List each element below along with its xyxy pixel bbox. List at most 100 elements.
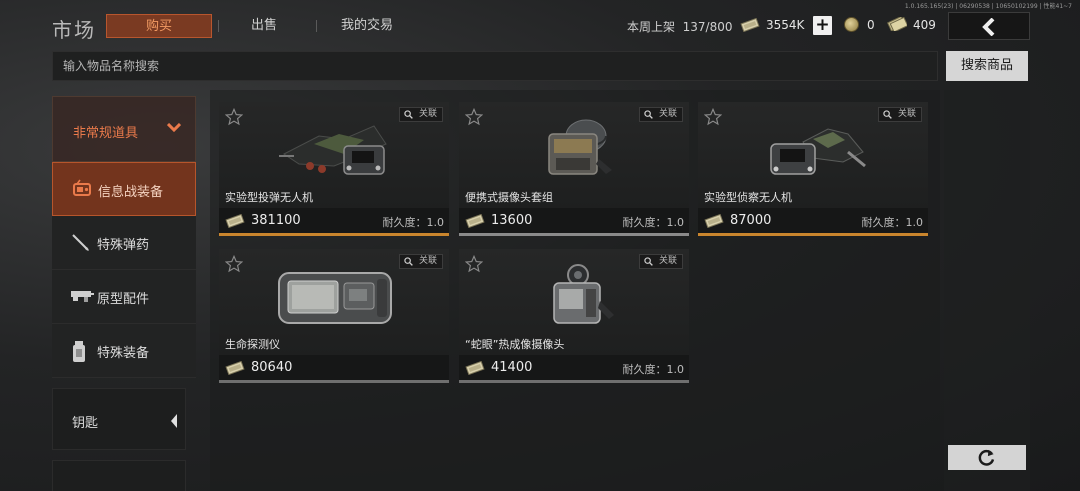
related-label: 关联 xyxy=(658,109,677,119)
item-price: 41400 xyxy=(491,360,533,375)
tab-divider xyxy=(316,20,317,32)
star-icon[interactable] xyxy=(465,108,483,126)
price-row: 381100 耐久度：1.0 xyxy=(219,208,449,233)
magnifier-icon xyxy=(404,257,413,266)
related-button[interactable]: 关联 xyxy=(878,107,922,122)
star-icon[interactable] xyxy=(225,255,243,273)
listing-card[interactable]: 关联 “蛇眼”热成像摄像头 41400 耐久度：1.0 xyxy=(459,249,689,383)
search-field[interactable] xyxy=(52,51,938,81)
radio-device-icon xyxy=(73,179,91,196)
chevron-left-icon xyxy=(171,414,177,428)
item-name: 生命探测仪 xyxy=(225,338,280,351)
search-button[interactable]: 搜索商品 xyxy=(946,51,1028,81)
version-string: 1.0.165.165(23) | 06290538 | 10650102199… xyxy=(904,3,1072,10)
rarity-bar xyxy=(219,380,449,383)
sidebar-item-info-warfare[interactable]: 信息战装备 xyxy=(52,162,196,216)
durability-label: 耐久度： xyxy=(382,216,427,229)
price-row: 87000 耐久度：1.0 xyxy=(698,208,928,233)
listing-card[interactable]: 关联 生命探测仪 80640 xyxy=(219,249,449,383)
sidebar-item-prototype-parts[interactable]: 原型配件 xyxy=(52,270,196,324)
price-row: 41400 耐久度：1.0 xyxy=(459,355,689,380)
listing-card[interactable]: 关联 实验型投弹无人机 381100 耐久度：1.0 xyxy=(219,102,449,236)
star-icon[interactable] xyxy=(465,255,483,273)
weekly-listing-count: 137/800 xyxy=(682,20,733,34)
related-button[interactable]: 关联 xyxy=(639,107,683,122)
coin-icon xyxy=(844,17,859,32)
add-currency-button[interactable]: + xyxy=(813,16,832,35)
rarity-bar xyxy=(459,233,689,236)
chevron-down-icon xyxy=(167,123,181,133)
item-name: “蛇眼”热成像摄像头 xyxy=(465,338,565,351)
back-button[interactable] xyxy=(948,12,1030,40)
banknote-icon xyxy=(465,214,485,228)
star-icon[interactable] xyxy=(704,108,722,126)
right-panel xyxy=(944,90,1030,491)
canister-icon xyxy=(73,341,85,362)
banknote-icon xyxy=(225,361,245,375)
price-row: 13600 耐久度：1.0 xyxy=(459,208,689,233)
rarity-bar xyxy=(219,233,449,236)
item-price: 80640 xyxy=(251,360,293,375)
listing-card[interactable]: 关联 便携式摄像头套组 13600 耐久度：1.0 xyxy=(459,102,689,236)
listing-card[interactable]: 关联 实验型侦察无人机 87000 耐久度：1.0 xyxy=(698,102,928,236)
item-durability: 耐久度：1.0 xyxy=(383,214,445,230)
related-button[interactable]: 关联 xyxy=(639,254,683,269)
item-name: 实验型投弹无人机 xyxy=(225,191,313,204)
page-title: 市场 xyxy=(52,18,96,42)
sidebar-item-special-equipment[interactable]: 特殊装备 xyxy=(52,324,196,378)
tab-sell[interactable]: 出售 xyxy=(226,14,302,38)
banknote-icon xyxy=(740,18,760,32)
related-button[interactable]: 关联 xyxy=(399,254,443,269)
sidebar-item-label: 信息战装备 xyxy=(98,185,164,200)
magnifier-icon xyxy=(644,257,653,266)
durability-value: 1.0 xyxy=(666,363,685,376)
sidebar-item-special-ammo[interactable]: 特殊弹药 xyxy=(52,216,196,270)
sidebar-item-label: 原型配件 xyxy=(97,292,150,307)
item-name: 实验型侦察无人机 xyxy=(704,191,792,204)
refresh-icon xyxy=(978,449,995,466)
category-sidebar: 非常规道具 信息战装备 特殊弹药 原型配件 特殊装备 钥匙 xyxy=(52,96,196,491)
search-input[interactable] xyxy=(63,52,923,80)
camera-kit-image xyxy=(548,119,612,175)
weekly-listing-label: 本周上架 xyxy=(627,20,676,34)
magnifier-icon xyxy=(404,110,413,119)
life-detector-image xyxy=(278,272,392,324)
banknote-icon xyxy=(465,361,485,375)
category-header[interactable]: 非常规道具 xyxy=(52,96,196,162)
durability-label: 耐久度： xyxy=(622,216,667,229)
sidebar-category-collapsed[interactable] xyxy=(52,460,186,491)
durability-value: 1.0 xyxy=(426,216,445,229)
recon-drone-image xyxy=(770,128,866,175)
category-label: 非常规道具 xyxy=(73,126,139,141)
related-label: 关联 xyxy=(658,256,677,266)
rarity-bar xyxy=(698,233,928,236)
currency-coin-value: 0 xyxy=(867,18,875,32)
related-button[interactable]: 关联 xyxy=(399,107,443,122)
thermal-camera-image xyxy=(553,264,614,324)
durability-label: 耐久度： xyxy=(622,363,667,376)
refresh-button[interactable] xyxy=(948,445,1026,470)
price-row: 80640 xyxy=(219,355,449,380)
tab-my-trades[interactable]: 我的交易 xyxy=(322,14,412,38)
category-label: 钥匙 xyxy=(72,416,99,431)
sidebar-category-keys[interactable]: 钥匙 xyxy=(52,388,186,450)
bomber-drone-image xyxy=(279,125,387,175)
star-icon[interactable] xyxy=(225,108,243,126)
item-durability: 耐久度：1.0 xyxy=(623,361,685,377)
sidebar-item-label: 特殊装备 xyxy=(97,346,150,361)
rifle-part-icon xyxy=(71,291,94,302)
related-label: 关联 xyxy=(418,109,437,119)
rarity-bar xyxy=(459,380,689,383)
durability-value: 1.0 xyxy=(905,216,924,229)
currency-main-value: 3554K xyxy=(766,18,805,32)
related-label: 关联 xyxy=(897,109,916,119)
item-durability: 耐久度：1.0 xyxy=(862,214,924,230)
item-price: 13600 xyxy=(491,213,533,228)
tab-divider xyxy=(218,20,219,32)
item-price: 87000 xyxy=(730,213,772,228)
item-name: 便携式摄像头套组 xyxy=(465,191,553,204)
bullet-icon xyxy=(72,234,89,251)
tab-buy[interactable]: 购买 xyxy=(106,14,212,38)
durability-label: 耐久度： xyxy=(861,216,906,229)
magnifier-icon xyxy=(883,110,892,119)
